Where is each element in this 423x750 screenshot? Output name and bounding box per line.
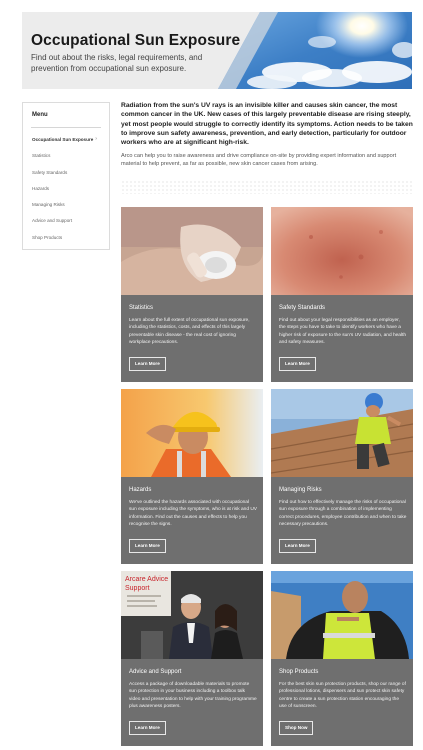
card-title: Safety Standards: [279, 305, 326, 311]
menu-item-statistics[interactable]: Statistics: [32, 153, 103, 169]
card-title: Hazards: [129, 487, 152, 493]
card-title: Statistics: [129, 305, 154, 311]
card-statistics: Statistics Learn about the full extent o…: [121, 207, 263, 382]
card-managing-risks: Managing Risks Find out how to effective…: [271, 389, 413, 564]
card-safety-standards: Safety Standards Find out about your leg…: [271, 207, 413, 382]
dotted-divider: [121, 180, 413, 194]
page-subtitle: Find out about the risks, legal requirem…: [31, 53, 203, 73]
skin-check-photo: [121, 207, 263, 295]
card-shop-products: Shop Products For the best skin sun prot…: [271, 571, 413, 746]
menu-item-label: Hazards: [32, 185, 50, 191]
shop-now-button[interactable]: Shop Now: [279, 721, 314, 735]
card-description: Learn about the full extent of occupatio…: [129, 318, 250, 346]
card-advice-and-support: Arcare Advice Support Advice and Support…: [121, 571, 263, 746]
menu-item-managing-risks[interactable]: Managing Risks: [32, 202, 103, 218]
sun-sky-photo: [218, 12, 412, 89]
card-description: We've outlined the hazards associated wi…: [129, 500, 257, 528]
page-header-banner: Occupational Sun Exposure Find out about…: [22, 12, 412, 89]
menu-divider: [31, 127, 101, 128]
hi-vis-worker-photo: [271, 571, 413, 659]
worker-hard-hat-photo: [121, 389, 263, 477]
menu-item-label: Managing Risks: [32, 202, 65, 208]
presentation-event-photo: Arcare Advice Support: [121, 571, 263, 659]
sunburnt-skin-photo: [271, 207, 413, 295]
menu-item-shop-products[interactable]: Shop Products: [32, 235, 103, 251]
menu-list: Occupational Sun Exposure › Statistics S…: [32, 137, 103, 251]
roofer-worker-photo: [271, 389, 413, 477]
intro-lead-paragraph: Radiation from the sun's UV rays is an i…: [121, 102, 413, 147]
card-description: Access a package of downloadable materia…: [129, 682, 257, 710]
learn-more-button[interactable]: Learn More: [279, 539, 316, 553]
sign-text-line-2: Support: [125, 585, 150, 592]
learn-more-button[interactable]: Learn More: [129, 357, 166, 371]
learn-more-button[interactable]: Learn More: [129, 539, 166, 553]
menu-item-label: Occupational Sun Exposure: [32, 137, 94, 142]
menu-item-label: Shop Products: [32, 234, 63, 240]
learn-more-button[interactable]: Learn More: [279, 357, 316, 371]
menu-item-safety-standards[interactable]: Safety Standards: [32, 170, 103, 186]
menu-item-advice-and-support[interactable]: Advice and Support: [32, 218, 103, 234]
chevron-right-icon: ›: [95, 136, 97, 142]
card-title: Managing Risks: [279, 487, 322, 493]
card-description: Find out how to effectively manage the r…: [279, 500, 407, 528]
intro-body-paragraph: Arco can help you to raise awareness and…: [121, 153, 397, 167]
sidebar-menu: Menu Occupational Sun Exposure › Statist…: [22, 102, 110, 250]
menu-item-label: Safety Standards: [32, 169, 68, 175]
card-description: For the best skin sun protection product…: [279, 682, 406, 710]
menu-item-occupational-sun-exposure[interactable]: Occupational Sun Exposure ›: [32, 137, 103, 153]
learn-more-button[interactable]: Learn More: [129, 721, 166, 735]
menu-item-label: Advice and Support: [32, 218, 73, 224]
card-description: Find out about your legal responsibiliti…: [279, 318, 407, 346]
card-title: Shop Products: [279, 669, 319, 675]
card-title: Advice and Support: [129, 669, 182, 675]
sign-text-line-1: Arcare Advice: [125, 576, 168, 583]
menu-item-hazards[interactable]: Hazards: [32, 186, 103, 202]
menu-heading: Menu: [32, 112, 48, 118]
page-title: Occupational Sun Exposure: [31, 32, 241, 49]
menu-item-label: Statistics: [32, 153, 51, 159]
card-hazards: Hazards We've outlined the hazards assoc…: [121, 389, 263, 564]
